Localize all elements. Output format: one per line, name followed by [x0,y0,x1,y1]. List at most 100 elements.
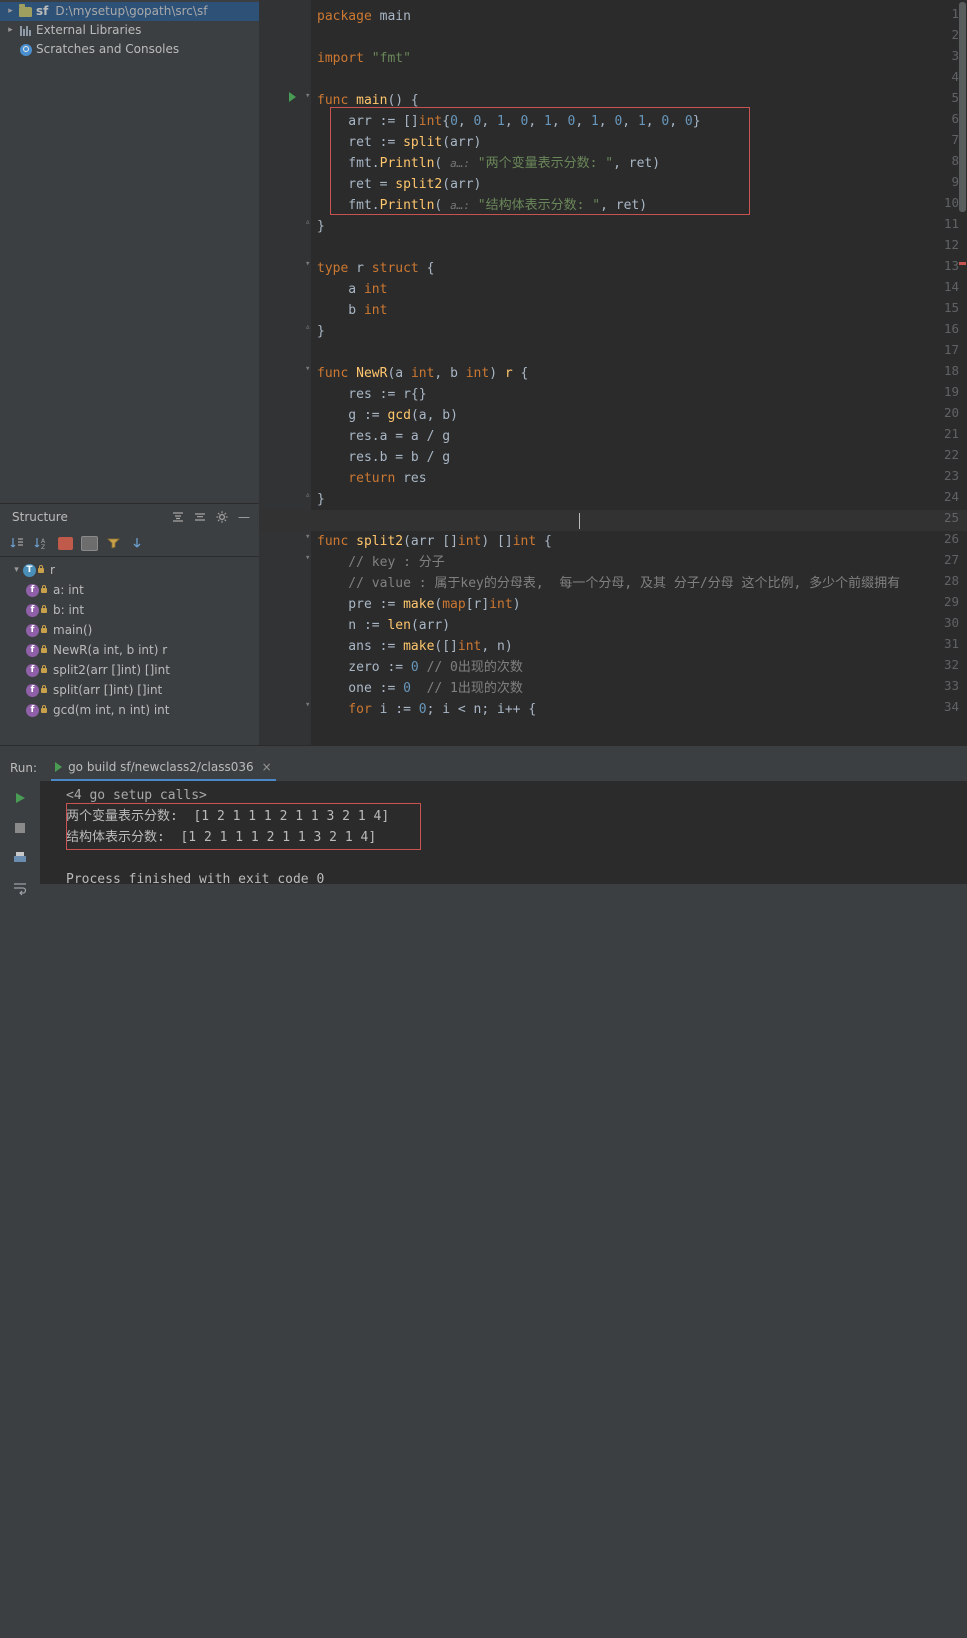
code-line[interactable]: zero := 0 // 0出现的次数 [317,657,523,678]
code-line[interactable]: func NewR(a int, b int) r { [317,363,528,384]
stop-button[interactable] [7,815,33,841]
rerun-button[interactable] [7,785,33,811]
structure-row-split[interactable]: f split(arr []int) []int [0,680,259,700]
code-line[interactable]: res.b = b / g [317,447,450,468]
sort-alphabetically-icon[interactable]: AZ [30,532,52,554]
structure-panel: Structure — AZ ▾ T r f a: int f b: int f… [0,503,259,746]
code-line[interactable]: res := r{} [317,384,426,405]
gear-icon[interactable] [211,506,233,528]
run-tab[interactable]: go build sf/newclass2/class036 × [51,754,276,781]
run-tab-bar: Run: go build sf/newclass2/class036 × [0,754,967,781]
editor-scrollbar[interactable] [958,0,967,745]
code-line[interactable]: return res [317,468,426,489]
chevron-right-icon[interactable]: ▸ [4,21,17,40]
run-console[interactable]: <4 go setup calls> 两个变量表示分数: [1 2 1 1 1 … [40,781,967,887]
project-root-name: sf [36,4,49,18]
fold-arrow-icon[interactable]: ▾ [305,553,310,563]
structure-row-b[interactable]: f b: int [0,600,259,620]
tree-row-root[interactable]: ▸ sf D:\mysetup\gopath\src\sf [0,2,259,21]
soft-wrap-button[interactable] [7,875,33,901]
fold-arrow-icon[interactable]: ▵ [305,217,310,227]
sort-by-visibility-icon[interactable] [6,532,28,554]
lock-icon [36,564,46,573]
text-caret [579,513,580,529]
code-line[interactable]: for i := 0; i < n; i++ { [317,699,536,720]
console-highlight-box [66,803,421,850]
code-line[interactable]: g := gcd(a, b) [317,405,458,426]
fold-arrow-icon[interactable]: ▾ [305,532,310,542]
code-line[interactable]: a int [317,279,387,300]
show-fields-icon[interactable] [54,532,76,554]
tree-row-external-libraries[interactable]: ▸ External Libraries [0,21,259,40]
type-icon: T [23,563,36,577]
code-line[interactable]: } [317,321,325,342]
folder-icon [17,3,34,17]
code-line[interactable]: b int [317,300,387,321]
project-tree[interactable]: ▸ sf D:\mysetup\gopath\src\sf ▸ External… [0,0,259,503]
structure-row-split2[interactable]: f split2(arr []int) []int [0,660,259,680]
code-line[interactable]: res.a = a / g [317,426,450,447]
structure-item-label: a: int [53,583,84,597]
project-root-path: D:\mysetup\gopath\src\sf [55,4,208,18]
show-properties-icon[interactable] [78,532,100,554]
chevron-down-icon[interactable]: ▾ [10,560,23,580]
scroll-from-source-icon[interactable] [126,532,148,554]
structure-title: Structure [12,510,68,524]
structure-row-a[interactable]: f a: int [0,580,259,600]
code-line[interactable]: func split2(arr []int) []int { [317,531,552,552]
code-line[interactable]: package main [317,6,411,27]
hide-panel-icon[interactable]: — [233,506,255,528]
lock-icon [39,664,49,673]
structure-list[interactable]: ▾ T r f a: int f b: int f main() f NewR(… [0,557,259,720]
play-icon [55,761,63,772]
code-line[interactable]: } [317,216,325,237]
expand-all-icon[interactable] [167,506,189,528]
collapse-all-icon[interactable] [189,506,211,528]
scratch-icon [17,43,34,56]
structure-item-label: split(arr []int) []int [53,683,163,697]
code-line[interactable]: n := len(arr) [317,615,450,636]
structure-row-main[interactable]: f main() [0,620,259,640]
structure-row-newr[interactable]: f NewR(a int, b int) r [0,640,259,660]
code-line[interactable]: } [317,489,325,510]
fold-arrow-icon[interactable]: ▾ [305,364,310,374]
field-icon: f [26,583,39,597]
left-tool-strip [0,1508,40,1638]
method-icon: f [26,623,39,637]
code-line[interactable]: ans := make([]int, n) [317,636,512,657]
chevron-right-icon[interactable]: ▸ [4,2,17,21]
code-line[interactable]: one := 0 // 1出现的次数 [317,678,523,699]
tree-label: Scratches and Consoles [36,42,180,56]
fold-arrow-icon[interactable]: ▵ [305,490,310,500]
method-icon: f [26,703,39,717]
console-line: Process finished with exit code 0 [66,872,325,887]
code-line[interactable]: // value : 属于key的分母表, 每一个分母, 及其 分子/分母 这个… [317,573,900,594]
lock-icon [39,644,49,653]
code-line[interactable]: pre := make(map[r]int) [317,594,520,615]
fold-arrow-icon[interactable]: ▾ [305,700,310,710]
error-stripe-marker[interactable] [959,262,966,265]
code-line[interactable]: type r struct { [317,258,434,279]
method-icon: f [26,683,39,697]
close-icon[interactable]: × [262,760,272,774]
method-icon: f [26,643,39,657]
lock-icon [39,624,49,633]
code-line[interactable]: import "fmt" [317,48,411,69]
scrollbar-thumb[interactable] [959,2,966,212]
structure-item-label: main() [53,623,93,637]
tree-row-scratches[interactable]: Scratches and Consoles [0,40,259,59]
structure-item-label: gcd(m int, n int) int [53,703,170,717]
code-line[interactable]: // key : 分子 [317,552,444,573]
run-gutter-icon[interactable] [289,92,296,102]
filter-icon[interactable] [102,532,124,554]
structure-row-gcd[interactable]: f gcd(m int, n int) int [0,700,259,720]
structure-item-label: b: int [53,603,85,617]
code-editor[interactable]: 1 2 3 4 5 6 7 8 9 10 11 12 13 14 15 16 17 18 19 20 21 22 23 24 2… [259,0,967,745]
fold-arrow-icon[interactable]: ▾ [305,259,310,269]
library-icon [17,25,34,36]
fold-arrow-icon[interactable]: ▵ [305,322,310,332]
print-button[interactable] [7,845,33,871]
fold-arrow-icon[interactable]: ▾ [305,91,310,101]
structure-row-r[interactable]: ▾ T r [0,560,259,580]
